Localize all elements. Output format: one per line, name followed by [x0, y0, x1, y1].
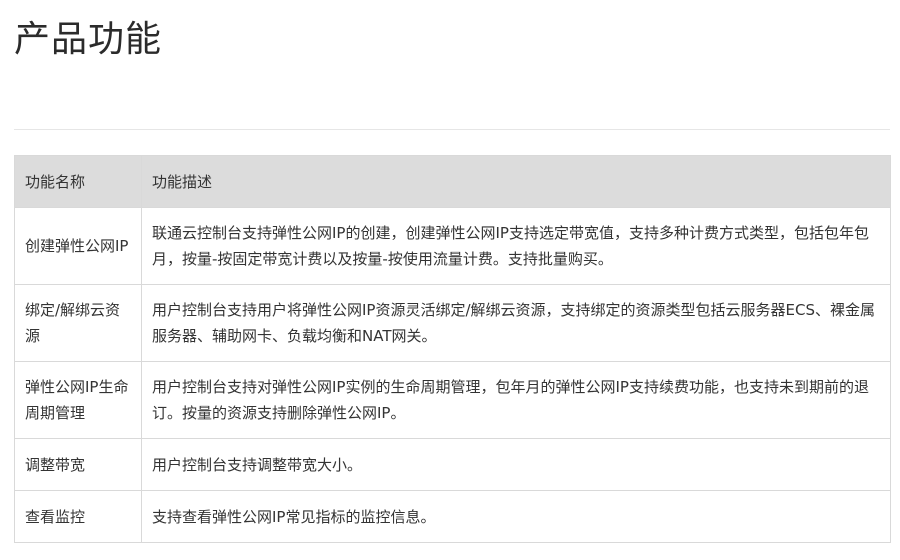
title-divider	[14, 129, 890, 130]
header-feature-description: 功能描述	[141, 155, 891, 208]
feature-description-cell: 联通云控制台支持弹性公网IP的创建，创建弹性公网IP支持选定带宽值，支持多种计费…	[141, 207, 891, 285]
table-row: 绑定/解绑云资源 用户控制台支持用户将弹性公网IP资源灵活绑定/解绑云资源，支持…	[14, 284, 891, 362]
table-header-row: 功能名称 功能描述	[14, 155, 891, 208]
table-row: 调整带宽 用户控制台支持调整带宽大小。	[14, 438, 891, 491]
feature-name-cell: 调整带宽	[14, 438, 142, 491]
table-row: 弹性公网IP生命周期管理 用户控制台支持对弹性公网IP实例的生命周期管理，包年月…	[14, 361, 891, 439]
page-title: 产品功能	[14, 19, 163, 60]
feature-name-cell: 弹性公网IP生命周期管理	[14, 361, 142, 439]
feature-table: 功能名称 功能描述 创建弹性公网IP 联通云控制台支持弹性公网IP的创建，创建弹…	[14, 155, 891, 543]
table-row: 查看监控 支持查看弹性公网IP常见指标的监控信息。	[14, 490, 891, 543]
feature-name-cell: 查看监控	[14, 490, 142, 543]
feature-name-cell: 绑定/解绑云资源	[14, 284, 142, 362]
feature-description-cell: 支持查看弹性公网IP常见指标的监控信息。	[141, 490, 891, 543]
feature-name-cell: 创建弹性公网IP	[14, 207, 142, 285]
feature-description-cell: 用户控制台支持用户将弹性公网IP资源灵活绑定/解绑云资源，支持绑定的资源类型包括…	[141, 284, 891, 362]
table-row: 创建弹性公网IP 联通云控制台支持弹性公网IP的创建，创建弹性公网IP支持选定带…	[14, 207, 891, 285]
header-feature-name: 功能名称	[14, 155, 142, 208]
feature-description-cell: 用户控制台支持调整带宽大小。	[141, 438, 891, 491]
feature-description-cell: 用户控制台支持对弹性公网IP实例的生命周期管理，包年月的弹性公网IP支持续费功能…	[141, 361, 891, 439]
